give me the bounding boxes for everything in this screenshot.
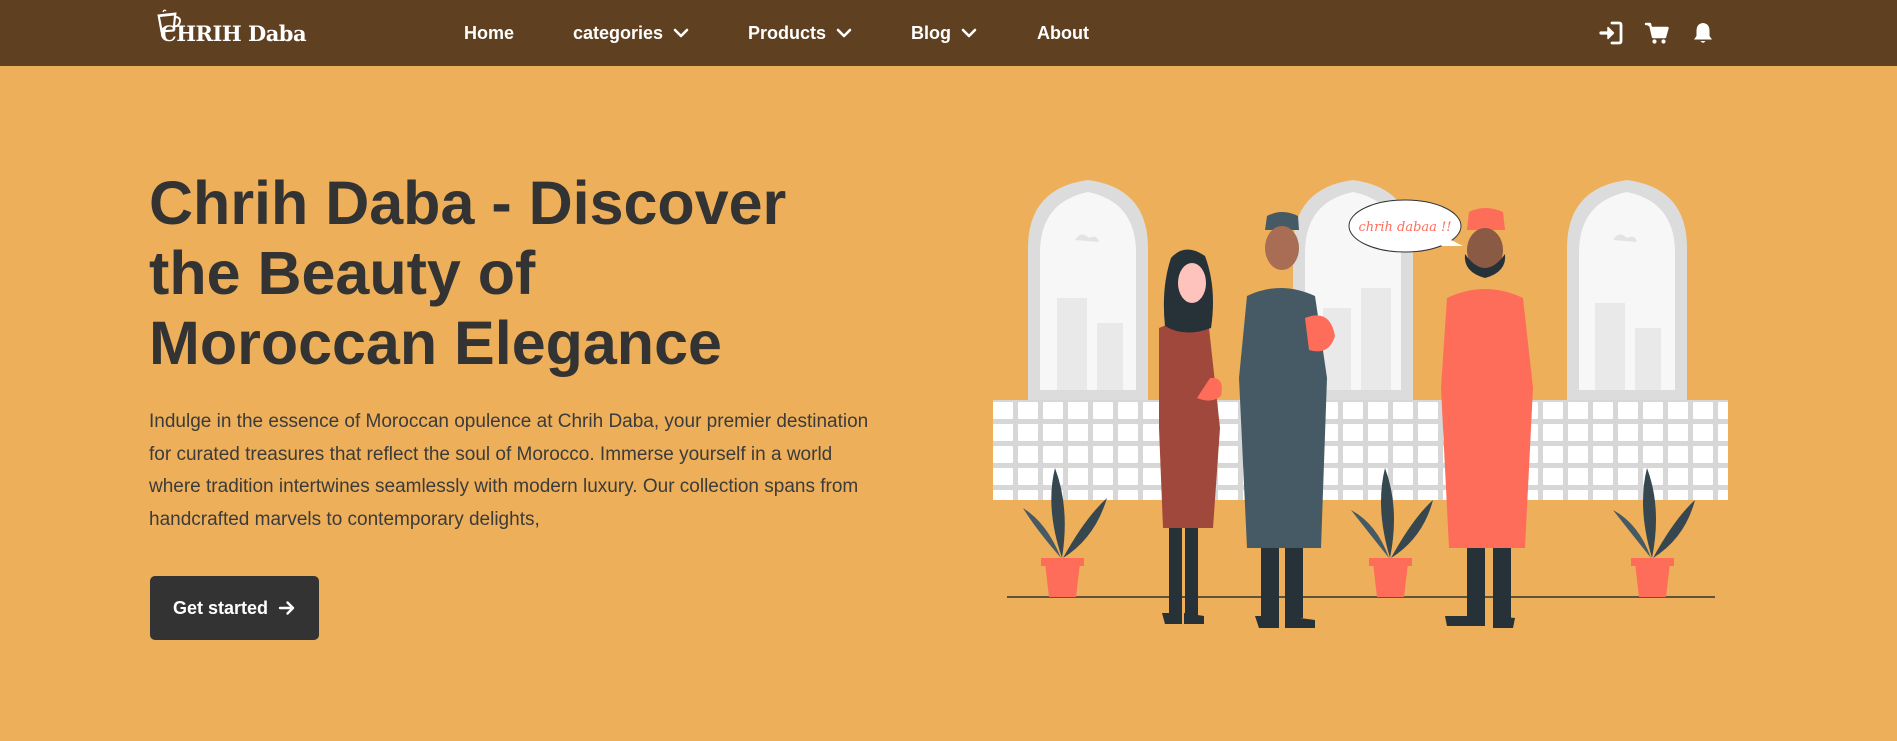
- speech-bubble: chrih dabaa !!: [1348, 199, 1463, 253]
- bell-icon[interactable]: [1690, 20, 1716, 46]
- arrow-right-icon: [278, 601, 295, 615]
- nav-item-label: categories: [573, 22, 664, 43]
- nav-item-label: Home: [464, 22, 515, 43]
- login-icon[interactable]: [1598, 20, 1624, 46]
- hero-description-line: Indulge in the essence of Moroccan opule…: [149, 411, 869, 432]
- cart-icon[interactable]: [1644, 20, 1670, 46]
- man-figure: [1441, 208, 1533, 628]
- top-navbar: CHRIH Daba Home categories Products Blog…: [0, 0, 1897, 66]
- woman-figure: [1159, 249, 1222, 624]
- hero-illustration: chrih dabaa !!: [993, 180, 1728, 628]
- brand-logo[interactable]: CHRIH Daba: [152, 5, 322, 53]
- speech-bubble-text: chrih dabaa !!: [1358, 220, 1451, 235]
- nav-item-categories[interactable]: categories: [573, 0, 689, 66]
- hero-title-line: Chrih Daba - Discover: [149, 169, 787, 237]
- arched-window: [1567, 180, 1687, 400]
- chevron-down-icon: [961, 28, 977, 38]
- nav-item-about[interactable]: About: [1037, 0, 1089, 66]
- hero-description-line: for curated treasures that reflect the s…: [149, 443, 833, 465]
- logo-text: CHRIH Daba: [160, 21, 307, 46]
- hero-title-line: the Beauty of: [149, 239, 536, 307]
- get-started-button[interactable]: Get started: [150, 576, 319, 640]
- get-started-label: Get started: [172, 597, 269, 618]
- chevron-down-icon: [836, 28, 852, 38]
- nav-item-blog[interactable]: Blog: [911, 0, 977, 66]
- hero-title: Chrih Daba - Discover the Beauty of Moro…: [149, 168, 909, 378]
- chevron-down-icon: [673, 28, 689, 38]
- nav-item-label: Blog: [911, 22, 951, 43]
- nav-item-home[interactable]: Home: [464, 0, 514, 66]
- nav-item-label: Products: [748, 22, 827, 43]
- nav-item-products[interactable]: Products: [748, 0, 852, 66]
- hero-description-line: handcrafted marvels to contemporary deli…: [149, 508, 540, 530]
- hero-description: Indulge in the essence of Moroccan opule…: [149, 406, 929, 536]
- nav-item-label: About: [1037, 22, 1089, 43]
- arched-window: [1028, 180, 1148, 400]
- hero-title-line: Moroccan Elegance: [149, 309, 722, 377]
- hero-description-line: where tradition intertwines seamlessly w…: [149, 476, 859, 497]
